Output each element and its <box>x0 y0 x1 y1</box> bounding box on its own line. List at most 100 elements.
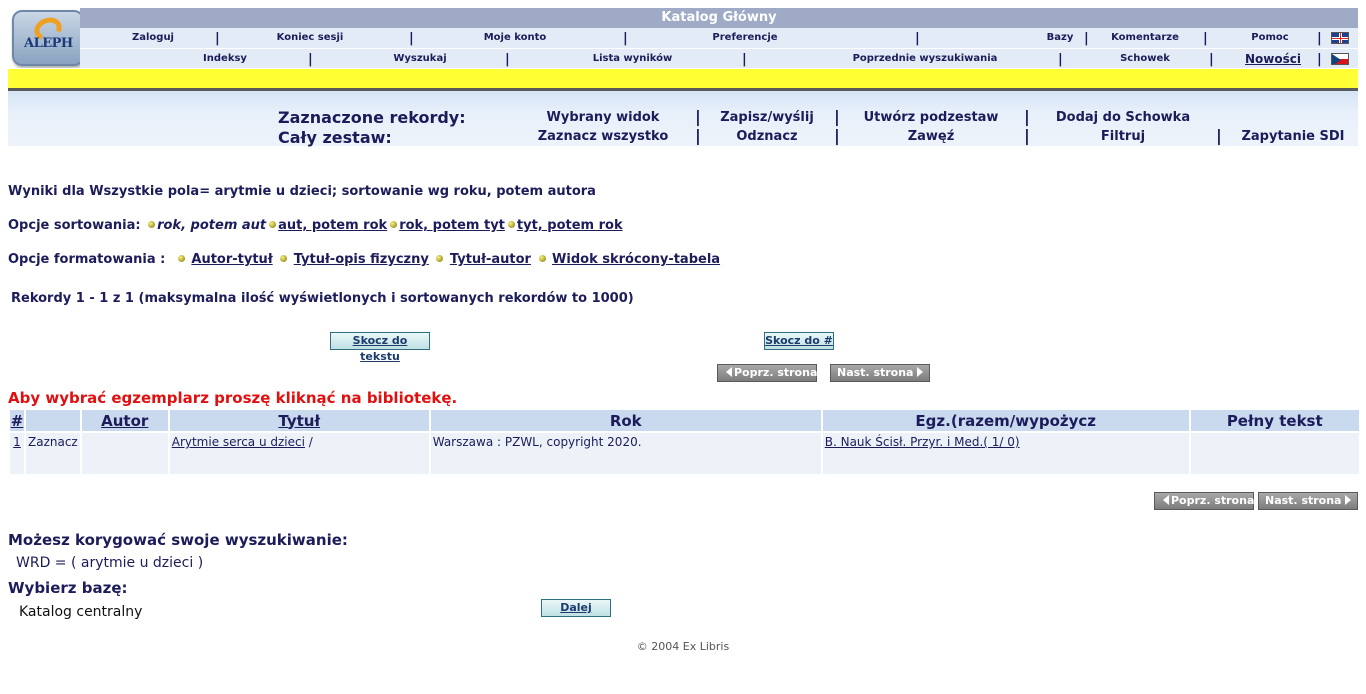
prev-page-button-top[interactable]: Poprz. strona <box>717 364 817 382</box>
title-link[interactable]: Arytmie serca u dzieci <box>172 435 305 449</box>
next-page-button-bottom[interactable]: Nast. strona <box>1258 492 1358 510</box>
selection-toolbar: Zaznaczone rekordy: Cały zestaw: Wybrany… <box>8 91 1358 147</box>
toolbar-separator: | <box>834 107 840 126</box>
format-options: Opcje formatowania : Autor-tytuł Tytuł-o… <box>8 252 720 267</box>
col-header-holdings: Egz.(razem/wypożycz <box>822 410 1189 431</box>
deselect-button[interactable]: Odznacz <box>708 129 826 144</box>
format-title-physical-link[interactable]: Tytuł-opis fizyczny <box>294 252 429 267</box>
select-all-button[interactable]: Zaznacz wszystko <box>528 129 678 144</box>
nav-separator: | <box>1317 52 1322 67</box>
nav-separator: | <box>1203 31 1208 46</box>
bullet-icon <box>280 255 288 262</box>
selected-view-button[interactable]: Wybrany widok <box>528 110 678 125</box>
nav-separator: | <box>742 52 747 67</box>
logo-text: ALEPH <box>24 36 73 51</box>
nav-previous-searches[interactable]: Poprzednie wyszukiwania <box>820 49 1030 69</box>
flag-cz-icon[interactable] <box>1331 53 1349 65</box>
bullet-icon <box>390 221 398 228</box>
col-header-year: Rok <box>430 410 821 431</box>
nav-separator: | <box>623 31 628 46</box>
next-page-label: Nast. strona <box>837 366 914 379</box>
records-info: Rekordy 1 - 1 z 1 (maksymalna ilość wyśw… <box>11 291 634 306</box>
bullet-icon <box>269 221 277 228</box>
col-header-title[interactable]: Tytuł <box>169 410 429 431</box>
col-header-mark <box>26 410 80 431</box>
refine-button[interactable]: Zawęź <box>858 129 1004 144</box>
prev-page-label: Poprz. strona <box>734 366 818 379</box>
nav-logout[interactable]: Koniec sesji <box>260 28 360 48</box>
whole-set-label: Cały zestaw: <box>278 128 392 147</box>
fulltext-cell <box>1190 433 1359 474</box>
flag-uk-icon[interactable] <box>1331 32 1349 44</box>
nav-news[interactable]: Nowości <box>1238 49 1308 69</box>
nav-clipboard[interactable]: Schowek <box>1110 49 1180 69</box>
arrow-right-icon <box>1345 495 1352 505</box>
format-options-label: Opcje formatowania : <box>8 252 166 267</box>
col-header-number[interactable]: # <box>10 410 24 431</box>
aleph-logo[interactable]: ALEPH <box>12 10 84 66</box>
col-header-fulltext: Pełny tekst <box>1190 410 1359 431</box>
results-table: # Autor Tytuł Rok Egz.(razem/wypożycz Pe… <box>8 408 1361 476</box>
results-info: Wyniki dla Wszystkie pola= arytmie u dzi… <box>8 184 596 199</box>
bullet-icon <box>436 255 444 262</box>
top-nav-row-1: Zaloguj | Koniec sesji | Moje konto | Pr… <box>80 28 1358 48</box>
jump-to-text-button[interactable]: Skocz do tekstu <box>330 332 430 363</box>
record-number-link[interactable]: 1 <box>13 435 21 449</box>
nav-separator: | <box>1058 52 1063 67</box>
nav-separator: | <box>1317 31 1322 46</box>
nav-separator: | <box>1209 52 1214 67</box>
nav-search[interactable]: Wyszukaj <box>370 49 470 69</box>
toolbar-separator: | <box>1024 107 1030 126</box>
next-page-button-top[interactable]: Nast. strona <box>830 364 930 382</box>
format-title-author-link[interactable]: Tytuł-autor <box>450 252 531 267</box>
jump-to-text-label: Skocz do tekstu <box>352 334 408 363</box>
nav-databases[interactable]: Bazy <box>1040 28 1080 48</box>
footer-copyright: © 2004 Ex Libris <box>636 640 730 653</box>
jump-to-number-label: Skocz do # <box>765 334 833 347</box>
choose-base-title: Wybierz bazę: <box>8 579 128 597</box>
add-to-clipboard-button[interactable]: Dodaj do Schowka <box>1048 110 1198 125</box>
nav-indexes[interactable]: Indeksy <box>180 49 270 69</box>
nav-separator: | <box>1084 31 1089 46</box>
go-button-label: Dalej <box>560 601 592 614</box>
toolbar-separator: | <box>695 126 701 145</box>
nav-help[interactable]: Pomoc <box>1240 28 1300 48</box>
year-cell: Warszawa : PZWL, copyright 2020. <box>430 433 821 474</box>
format-short-table-link[interactable]: Widok skrócony-tabela <box>552 252 720 267</box>
go-button[interactable]: Dalej <box>541 599 611 617</box>
sort-author-year-link[interactable]: aut, potem rok <box>278 218 387 233</box>
nav-my-account[interactable]: Moje konto <box>460 28 570 48</box>
filter-button[interactable]: Filtruj <box>1048 129 1198 144</box>
author-cell <box>81 433 168 474</box>
holdings-link[interactable]: B. Nauk Ścisł. Przyr. i Med.( 1/ 0) <box>825 435 1020 449</box>
title-suffix: / <box>304 435 313 449</box>
sort-title-year-link[interactable]: tyt, potem rok <box>517 218 623 233</box>
yellow-banner <box>8 68 1358 88</box>
nav-comments[interactable]: Komentarze <box>1110 28 1180 48</box>
bullet-icon <box>538 255 546 262</box>
sdi-query-button[interactable]: Zapytanie SDI <box>1233 129 1353 144</box>
prev-page-button-bottom[interactable]: Poprz. strona <box>1154 492 1254 510</box>
toolbar-separator: | <box>834 126 840 145</box>
create-subset-button[interactable]: Utwórz podzestaw <box>858 110 1004 125</box>
arrow-left-icon <box>1163 495 1169 505</box>
nav-login[interactable]: Zaloguj <box>108 28 198 48</box>
jump-to-number-button[interactable]: Skocz do # <box>764 332 834 350</box>
top-nav-row-2: Indeksy | Wyszukaj | Lista wyników | Pop… <box>80 48 1358 68</box>
nav-preferences[interactable]: Preferencje <box>690 28 800 48</box>
nav-separator: | <box>505 52 510 67</box>
format-author-title-link[interactable]: Autor-tytuł <box>191 252 272 267</box>
toolbar-separator: | <box>695 107 701 126</box>
base-select[interactable]: Katalog centralny <box>19 604 142 620</box>
arrow-right-icon <box>917 367 924 377</box>
toolbar-separator: | <box>1024 126 1030 145</box>
next-page-label: Nast. strona <box>1265 494 1342 507</box>
col-header-author[interactable]: Autor <box>81 410 168 431</box>
table-row: 1 Zaznacz Arytmie serca u dzieci / Warsz… <box>10 433 1359 474</box>
mark-checkbox-label[interactable]: Zaznacz <box>26 433 80 474</box>
save-send-button[interactable]: Zapisz/wyślij <box>708 110 826 125</box>
sort-year-title-link[interactable]: rok, potem tyt <box>399 218 505 233</box>
holdings-cell: B. Nauk Ścisł. Przyr. i Med.( 1/ 0) <box>822 433 1189 474</box>
nav-results-list[interactable]: Lista wyników <box>570 49 695 69</box>
refine-search-query: WRD = ( arytmie u dzieci ) <box>16 555 204 571</box>
